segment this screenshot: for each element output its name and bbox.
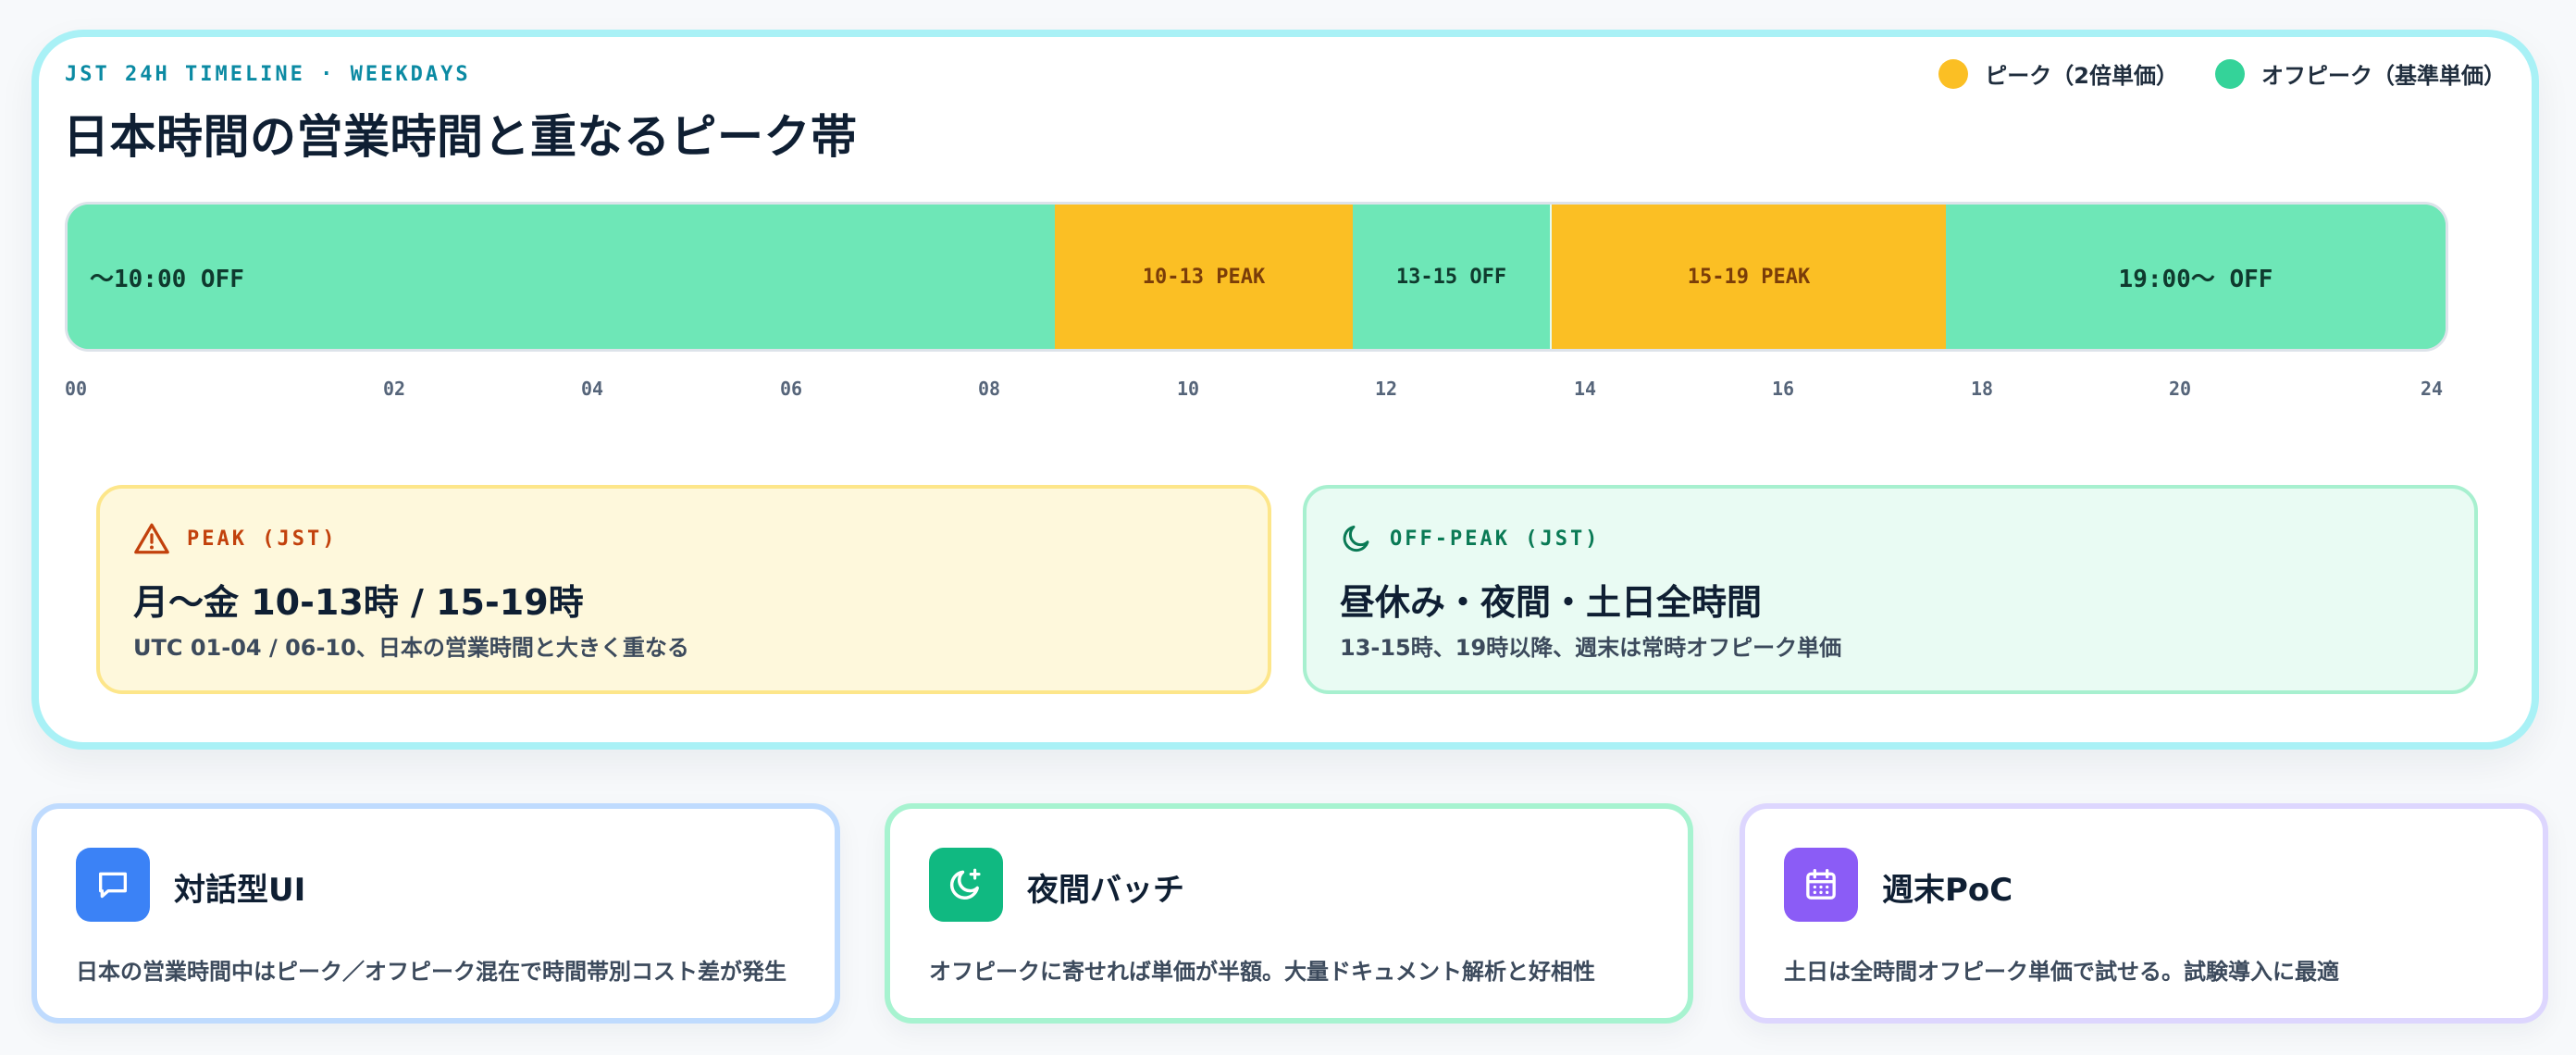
timeline-segment-peak-afternoon: 15-19 PEAK [1550,205,1946,349]
peak-card-title: 月〜金 10-13時 / 15-19時 [133,582,584,623]
tick-label: 02 [383,378,406,400]
timeline-segment-off-morning: 〜10:00 OFF [68,205,1055,349]
timeline-segment-off-evening: 19:00〜 OFF [1946,205,2446,349]
tick-label: 24 [2421,378,2444,400]
usecase-title: 夜間バッチ [1027,872,1184,909]
tick-label: 00 [65,378,88,400]
legend-offpeak-label: オフピーク（基準単価） [2261,63,2506,89]
peak-dot-icon [1938,58,1969,89]
tick-label: 18 [1971,378,1994,400]
tick-label: 20 [2169,378,2192,400]
offpeak-card-heading: OFF-PEAK (JST) [1340,522,1600,555]
usecase-title: 週末PoC [1882,872,2013,909]
legend-item-peak: ピーク（2倍単価） [1938,57,2178,90]
peak-card-heading: PEAK (JST) [133,522,337,555]
timeline-bar: 〜10:00 OFF 10-13 PEAK 13-15 OFF 15-19 PE… [65,202,2448,352]
moon-sparkle-icon [929,848,1003,922]
timeline-axis: 00 02 04 06 08 10 12 14 16 18 20 24 [65,378,2443,405]
tick-label: 12 [1375,378,1398,400]
offpeak-card-description: 13-15時、19時以降、週末は常時オフピーク単価 [1340,635,1842,661]
usecase-card-chat: 対話型UI 日本の営業時間中はピーク／オフピーク混在で時間帯別コスト差が発生 [31,803,840,1024]
usecase-description: 日本の営業時間中はピーク／オフピーク混在で時間帯別コスト差が発生 [76,959,786,985]
usecase-description: オフピークに寄せれば単価が半額。大量ドキュメント解析と好相性 [929,959,1595,985]
usecase-card-batch: 夜間バッチ オフピークに寄せれば単価が半額。大量ドキュメント解析と好相性 [885,803,1693,1024]
peak-card-description: UTC 01-04 / 06-10、日本の営業時間と大きく重なる [133,635,689,661]
tick-label: 10 [1177,378,1200,400]
usecase-title: 対話型UI [174,872,306,909]
legend: ピーク（2倍単価） オフピーク（基準単価） [1938,57,2506,90]
usecase-description: 土日は全時間オフピーク単価で試せる。試験導入に最適 [1784,959,2339,985]
calendar-icon [1784,848,1858,922]
offpeak-dot-icon [2215,58,2245,89]
legend-peak-label: ピーク（2倍単価） [1985,63,2178,89]
tick-label: 04 [581,378,604,400]
peak-info-card: PEAK (JST) 月〜金 10-13時 / 15-19時 UTC 01-04… [96,485,1271,694]
legend-item-offpeak: オフピーク（基準単価） [2215,57,2506,90]
tick-label: 16 [1772,378,1795,400]
offpeak-card-heading-text: OFF-PEAK (JST) [1390,527,1601,551]
offpeak-info-card: OFF-PEAK (JST) 昼休み・夜間・土日全時間 13-15時、19時以降… [1303,485,2478,694]
offpeak-card-title: 昼休み・夜間・土日全時間 [1340,582,1763,623]
moon-icon [1343,525,1369,552]
usecase-card-weekend: 週末PoC 土日は全時間オフピーク単価で試せる。試験導入に最適 [1740,803,2548,1024]
warning-icon [134,523,169,554]
chat-icon [76,848,150,922]
tick-label: 08 [978,378,1001,400]
eyebrow-label: JST 24H TIMELINE · WEEKDAYS [65,63,471,86]
tick-label: 06 [780,378,803,400]
timeline-segment-off-midday: 13-15 OFF [1353,205,1550,349]
peak-card-heading-text: PEAK (JST) [187,527,338,551]
timeline-segment-peak-morning: 10-13 PEAK [1055,205,1353,349]
page-title: 日本時間の営業時間と重なるピーク帯 [63,110,858,164]
tick-label: 14 [1574,378,1597,400]
